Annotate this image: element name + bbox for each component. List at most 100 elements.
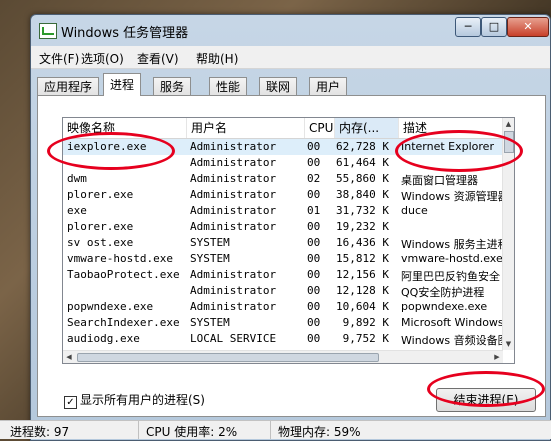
scroll-left-icon[interactable]: ◀ (63, 351, 75, 363)
scroll-down-icon[interactable]: ▼ (503, 338, 514, 350)
cell-memory: 16,436 K (336, 236, 389, 249)
cell-cpu: 00 (307, 252, 321, 265)
status-bar: 进程数: 97 CPU 使用率: 2% 物理内存: 59% (0, 420, 551, 439)
status-memory-usage: 物理内存: 59% (278, 425, 361, 439)
table-row[interactable]: Administrator 00 61,464 K (63, 155, 503, 171)
cell-user-name: SYSTEM (190, 252, 230, 265)
cell-image-name: iexplore.exe (67, 140, 147, 153)
cell-image-name: vmware-hostd.exe (67, 252, 173, 265)
close-button[interactable]: ✕ (507, 17, 549, 37)
cell-user-name: SYSTEM (190, 316, 230, 329)
menu-view[interactable]: 查看(V) (137, 50, 179, 67)
cell-image-name: sv ost.exe (67, 236, 134, 249)
menu-options[interactable]: 选项(O) (81, 50, 124, 67)
cell-cpu: 00 (307, 284, 321, 297)
table-row[interactable]: Administrator 00 12,128 K QQ安全防护进程 (63, 283, 503, 299)
cell-memory: 15,812 K (336, 252, 389, 265)
menu-file[interactable]: 文件(F) (39, 50, 79, 67)
cell-image-name: popwndexe.exe (67, 300, 154, 313)
tab-applications[interactable]: 应用程序 (37, 77, 100, 96)
scroll-thumb[interactable] (504, 131, 514, 153)
cell-memory: 19,232 K (336, 220, 389, 233)
cell-cpu: 00 (307, 188, 321, 201)
tab-networking[interactable]: 联网 (259, 77, 298, 96)
cell-user-name: Administrator (190, 172, 277, 185)
table-row[interactable]: plorer.exe Administrator 00 19,232 K (63, 219, 503, 235)
table-row[interactable]: dwm Administrator 02 55,860 K 桌面窗口管理器 (63, 171, 503, 187)
table-row[interactable]: SearchIndexer.exe SYSTEM 00 9,892 K Microsof… (63, 315, 504, 331)
tab-performance[interactable]: 性能 (209, 77, 248, 96)
window-title: Windows 任务管理器 (61, 26, 189, 41)
cell-description: Windows 音频设备图 (401, 334, 505, 347)
status-cpu-usage: CPU 使用率: 2% (146, 425, 238, 439)
table-row[interactable]: vmware-hostd.exe SYSTEM 00 15,812 K vmware-h… (63, 251, 503, 267)
cell-memory: 10,604 K (336, 300, 389, 313)
cell-user-name: Administrator (190, 156, 277, 169)
process-table: 映像名称 用户名 CPU 内存(... 描述 iexplore.exe Admin… (62, 117, 515, 364)
maximize-button[interactable]: □ (481, 17, 507, 37)
cell-memory: 62,728 K (336, 140, 389, 153)
minimize-button[interactable]: ─ (455, 17, 481, 37)
cell-cpu: 00 (307, 140, 321, 153)
table-row[interactable]: sv ost.exe SYSTEM 00 16,436 K Windows 服务主进程 (63, 235, 505, 251)
cell-description: popwndexe.exe (401, 300, 488, 313)
cell-user-name: Administrator (190, 300, 277, 313)
cell-image-name: plorer.exe (67, 220, 134, 233)
tab-services[interactable]: 服务 (153, 77, 192, 96)
menu-bar: 文件(F) 选项(O) 查看(V) 帮助(H) (31, 46, 550, 69)
tab-processes[interactable]: 进程 (103, 73, 142, 96)
cell-cpu: 01 (307, 204, 321, 217)
table-row[interactable]: popwndexe.exe Administrator 00 10,604 K popw… (63, 299, 503, 315)
cell-description: Microsoft Windows (401, 316, 504, 329)
title-bar[interactable]: Windows 任务管理器 ─ □ ✕ (31, 15, 550, 45)
column-image-name[interactable]: 映像名称 (63, 118, 187, 138)
column-memory[interactable]: 内存(... (335, 118, 399, 138)
status-process-count: 进程数: 97 (10, 425, 70, 439)
vertical-scrollbar[interactable]: ▲ ▼ (502, 118, 514, 350)
cell-image-name: audiodg.exe (67, 332, 140, 345)
cell-memory: 12,156 K (336, 268, 389, 281)
table-row[interactable]: iexplore.exe Administrator 00 62,728 K Inter… (63, 139, 503, 155)
cell-memory: 55,860 K (336, 172, 389, 185)
cell-user-name: Administrator (190, 268, 277, 281)
cell-memory: 61,464 K (336, 156, 389, 169)
table-row[interactable]: exe Administrator 01 31,732 K duce (63, 203, 503, 219)
cell-description: 桌面窗口管理器 (401, 174, 478, 187)
table-row[interactable]: TaobaoProtect.exe Administrator 00 12,156 K… (63, 267, 503, 283)
scroll-right-icon[interactable]: ▶ (491, 351, 503, 363)
cell-user-name: Administrator (190, 140, 277, 153)
cell-description: Internet Explorer (401, 140, 494, 153)
column-cpu[interactable]: CPU (305, 118, 335, 138)
show-all-users-checkbox[interactable]: ✓ 显示所有用户的进程(S) (64, 391, 205, 409)
cell-image-name: exe (67, 204, 87, 217)
cell-user-name: LOCAL SERVICE (190, 332, 277, 345)
table-row[interactable]: plorer.exe Administrator 00 38,840 K Windows… (63, 187, 505, 203)
cell-description: Windows 资源管理器 (401, 190, 505, 203)
hscroll-thumb[interactable] (77, 353, 379, 362)
column-description[interactable]: 描述 (399, 118, 503, 138)
show-all-users-label: 显示所有用户的进程(S) (80, 393, 205, 407)
menu-help[interactable]: 帮助(H) (196, 50, 238, 67)
cell-description: Windows 服务主进程 (401, 238, 505, 251)
cell-cpu: 00 (307, 300, 321, 313)
cell-user-name: SYSTEM (190, 236, 230, 249)
scroll-up-icon[interactable]: ▲ (503, 118, 514, 130)
cell-memory: 38,840 K (336, 188, 389, 201)
cell-memory: 9,752 K (342, 332, 389, 345)
cell-description: 阿里巴巴反钓鱼安全 (401, 270, 500, 283)
table-body: iexplore.exe Administrator 00 62,728 K Inter… (63, 139, 505, 363)
cell-user-name: Administrator (190, 220, 277, 233)
cell-image-name: SearchIndexer.exe (67, 316, 180, 329)
cell-image-name: TaobaoProtect.exe (67, 268, 180, 281)
cell-cpu: 00 (307, 220, 321, 233)
column-user-name[interactable]: 用户名 (187, 118, 305, 138)
horizontal-scrollbar[interactable]: ◀ ▶ (63, 350, 503, 363)
tab-users[interactable]: 用户 (309, 77, 348, 96)
cell-cpu: 00 (307, 316, 321, 329)
cell-cpu: 00 (307, 156, 321, 169)
checkbox-checked-icon[interactable]: ✓ (64, 396, 77, 409)
cell-user-name: Administrator (190, 284, 277, 297)
end-process-button[interactable]: 结束进程(E) (436, 388, 536, 412)
cell-description: duce (401, 204, 428, 217)
table-row[interactable]: audiodg.exe LOCAL SERVICE 00 9,752 K Windows… (63, 331, 505, 347)
